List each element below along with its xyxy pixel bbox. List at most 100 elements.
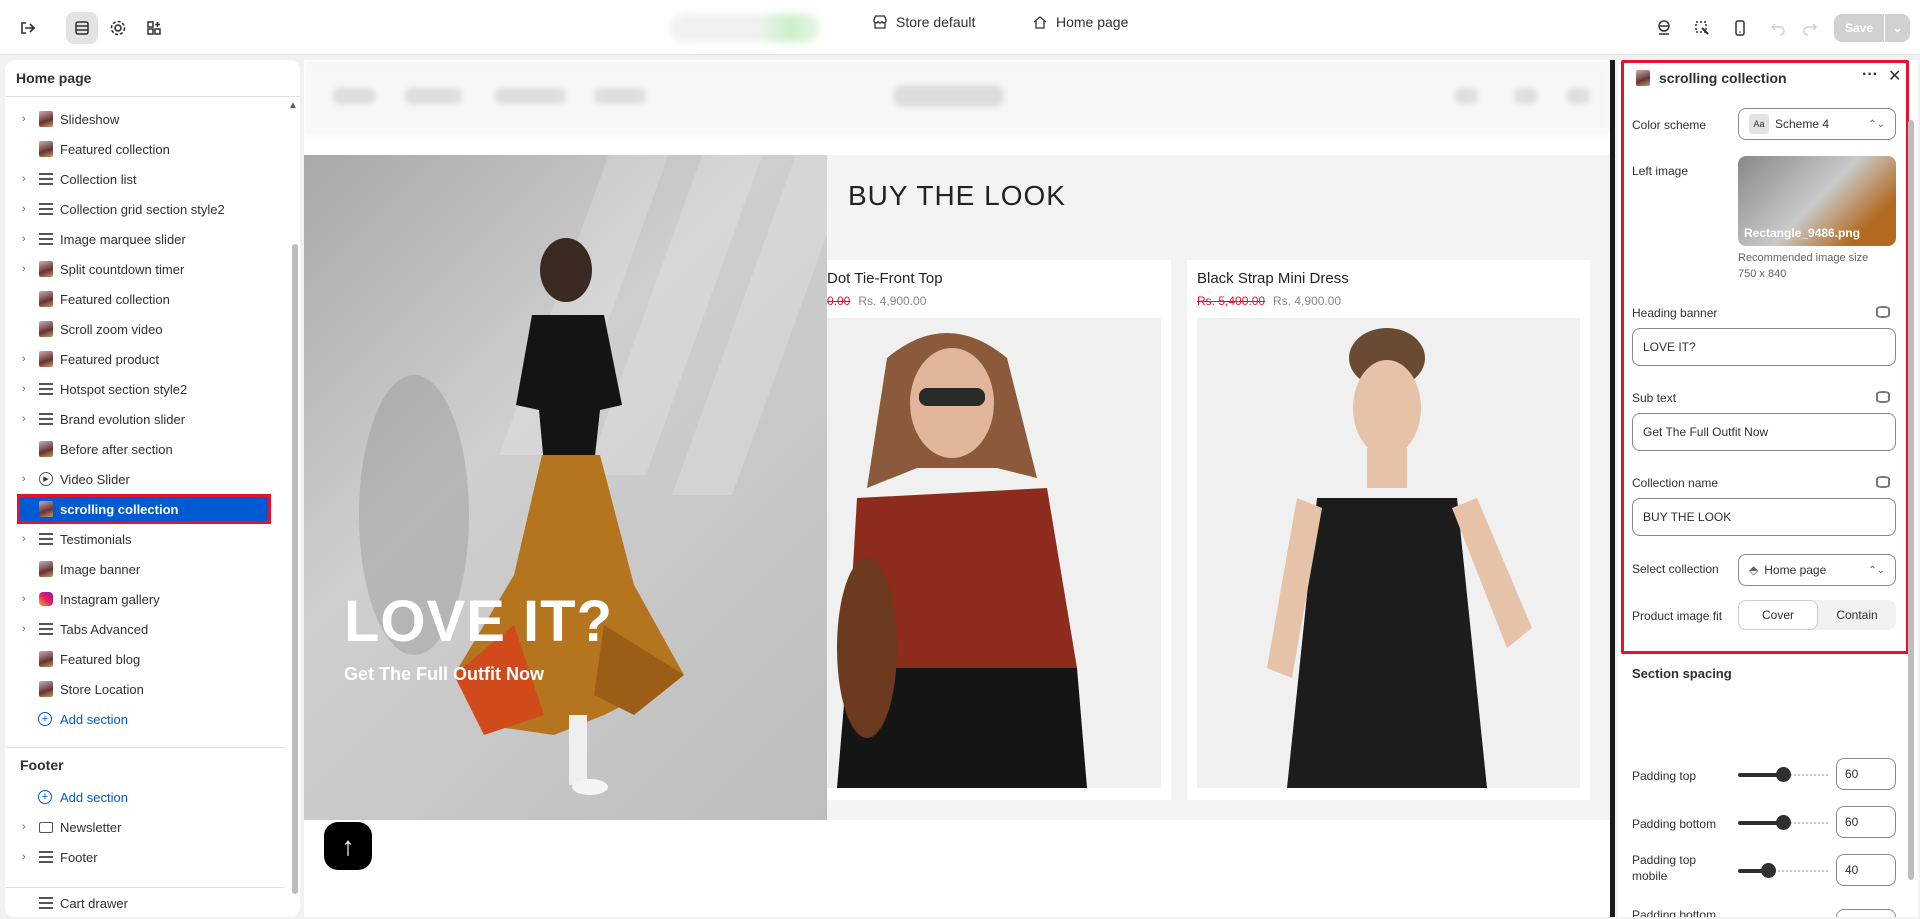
fit-cover-option[interactable]: Cover [1738, 600, 1818, 630]
padding-slider[interactable] [1738, 767, 1828, 782]
padding-value-input[interactable]: 60 [1836, 806, 1896, 838]
sidebar-item[interactable]: › Featured product [5, 344, 285, 374]
heading-banner-input[interactable]: LOVE IT? [1632, 328, 1896, 366]
sidebar-item-label: Collection list [60, 171, 137, 187]
sidebar-item[interactable]: › Image marquee slider [5, 224, 285, 254]
cart-drawer-item[interactable]: Cart drawer [5, 888, 285, 917]
scroll-up-icon[interactable]: ▲ [288, 100, 298, 111]
footer-add-section-button[interactable]: + Add section [5, 782, 285, 812]
sidebar-item[interactable]: Image banner [5, 554, 285, 584]
redo-icon[interactable] [1794, 12, 1826, 44]
product-image[interactable] [827, 318, 1161, 788]
close-icon[interactable]: ✕ [1888, 66, 1901, 86]
scroll-to-top-button[interactable]: ↑ [324, 822, 372, 870]
inspector-icon[interactable] [1686, 12, 1718, 44]
footer-item[interactable]: › Newsletter [5, 812, 285, 842]
save-label[interactable]: Save [1834, 14, 1884, 42]
product-card[interactable]: Black Strap Mini Dress Rs. 5,400.00 Rs. 4… [1187, 260, 1590, 800]
sidebar-item[interactable]: › Collection list [5, 164, 285, 194]
chevron-right-icon[interactable]: › [22, 623, 32, 635]
sidebar-item[interactable]: › Split countdown timer [5, 254, 285, 284]
sidebar-item[interactable]: scrolling collection [17, 494, 271, 524]
page-selector[interactable]: Home page [1032, 14, 1128, 30]
sidebar-scrollbar[interactable] [292, 244, 298, 894]
slider-knob[interactable] [1776, 815, 1791, 830]
chevron-right-icon[interactable]: › [22, 821, 32, 833]
sidebar-item[interactable]: › Hotspot section style2 [5, 374, 285, 404]
color-scheme-select[interactable]: Aa Scheme 4 ⌃⌄ [1738, 108, 1896, 140]
mobile-view-icon[interactable] [1724, 12, 1756, 44]
image-thumb-icon [39, 561, 53, 577]
sidebar-item[interactable]: Store Location [5, 674, 285, 704]
sidebar-item-label: Testimonials [60, 531, 132, 547]
sidebar-item[interactable]: › Slideshow [5, 104, 285, 134]
chevron-right-icon[interactable]: › [22, 413, 32, 425]
chevron-right-icon[interactable]: › [22, 233, 32, 245]
list-icon [39, 533, 53, 545]
product-card[interactable]: Dot Tie-Front Top 0.00 Rs. 4,900.00 [827, 260, 1171, 800]
settings-scrollbar[interactable] [1908, 120, 1914, 880]
chevron-right-icon[interactable]: › [22, 203, 32, 215]
chevron-right-icon[interactable]: › [22, 593, 32, 605]
product-image[interactable] [1197, 318, 1580, 788]
sidebar-item[interactable]: Featured collection [5, 284, 285, 314]
sidebar-item[interactable]: Featured collection [5, 134, 285, 164]
cart-drawer-label: Cart drawer [60, 895, 128, 911]
dynamic-source-icon[interactable] [1876, 391, 1890, 403]
image-fit-toggle[interactable]: Cover Contain [1738, 600, 1896, 630]
padding-value-input[interactable]: 60 [1836, 758, 1896, 790]
undo-icon[interactable] [1762, 12, 1794, 44]
padding-value-input[interactable]: 40 [1836, 909, 1896, 917]
dynamic-source-icon[interactable] [1876, 476, 1890, 488]
sidebar-item-label: Featured collection [60, 141, 170, 157]
more-options-icon[interactable]: ··· [1862, 66, 1878, 84]
sidebar-item[interactable]: Before after section [5, 434, 285, 464]
slider-knob[interactable] [1760, 863, 1776, 878]
exit-icon[interactable] [12, 12, 44, 44]
left-image-picker[interactable]: Rectangle_9486.png [1738, 156, 1896, 246]
panel-divider[interactable] [1610, 60, 1615, 917]
theme-preview[interactable]: LOVE IT? Get The Full Outfit Now BUY THE… [304, 60, 1612, 917]
save-button[interactable]: Save ⌄ [1834, 14, 1910, 42]
store-icon [873, 15, 887, 29]
padding-value-input[interactable]: 40 [1836, 854, 1896, 886]
chevron-right-icon[interactable]: › [22, 851, 32, 863]
padding-slider[interactable] [1738, 863, 1828, 878]
sidebar-item[interactable]: › Brand evolution slider [5, 404, 285, 434]
sections-icon[interactable] [66, 12, 98, 44]
chevron-right-icon[interactable]: › [22, 533, 32, 545]
chevron-right-icon[interactable]: › [22, 353, 32, 365]
list-icon [39, 203, 53, 215]
footer-item[interactable]: › Footer [5, 842, 285, 872]
add-section-button[interactable]: + Add section [5, 704, 285, 734]
dynamic-source-icon[interactable] [1876, 306, 1890, 318]
chevron-right-icon[interactable]: › [22, 473, 32, 485]
sidebar-item[interactable]: Scroll zoom video [5, 314, 285, 344]
chevron-right-icon[interactable]: › [22, 173, 32, 185]
apps-icon[interactable] [138, 12, 170, 44]
select-collection-picker[interactable]: ⬘ Home page ⌃⌄ [1738, 554, 1896, 586]
chevron-right-icon[interactable]: › [22, 113, 32, 125]
compare-price: Rs. 5,400.00 [1197, 294, 1266, 308]
sidebar-item[interactable]: › Tabs Advanced [5, 614, 285, 644]
sidebar-item[interactable]: Featured blog [5, 644, 285, 674]
theme-status-pill[interactable] [670, 14, 820, 42]
store-selector[interactable]: Store default [872, 14, 975, 30]
product-name[interactable]: Dot Tie-Front Top [827, 270, 943, 287]
sidebar-item[interactable]: › Instagram gallery [5, 584, 285, 614]
sidebar-item[interactable]: › ▶ Video Slider [5, 464, 285, 494]
product-name[interactable]: Black Strap Mini Dress [1197, 270, 1349, 287]
chevron-right-icon[interactable]: › [22, 263, 32, 275]
sidebar-item[interactable]: › Testimonials [5, 524, 285, 554]
collection-name-input[interactable]: BUY THE LOOK [1632, 498, 1896, 536]
fit-contain-option[interactable]: Contain [1818, 600, 1896, 630]
padding-slider[interactable] [1738, 815, 1828, 830]
banner-heading: LOVE IT? [344, 589, 613, 654]
gear-icon[interactable] [102, 12, 134, 44]
sub-text-input[interactable]: Get The Full Outfit Now [1632, 413, 1896, 451]
chevron-right-icon[interactable]: › [22, 383, 32, 395]
chevron-down-icon[interactable]: ⌄ [1884, 14, 1910, 42]
customer-view-icon[interactable] [1648, 12, 1680, 44]
sidebar-item[interactable]: › Collection grid section style2 [5, 194, 285, 224]
slider-knob[interactable] [1776, 767, 1791, 782]
